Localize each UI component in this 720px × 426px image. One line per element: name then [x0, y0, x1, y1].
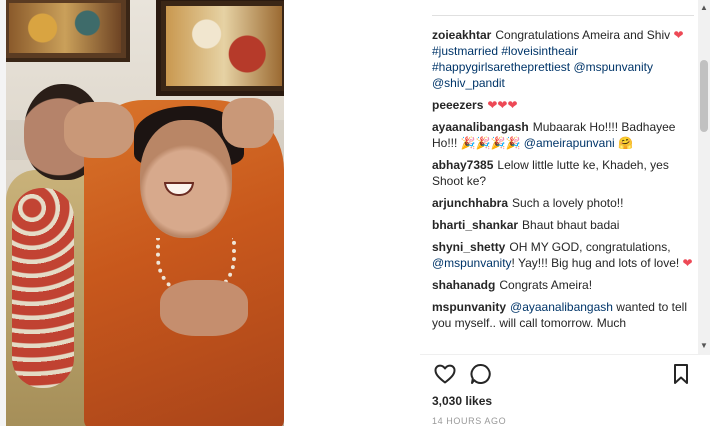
comment-item: bharti_shankar Bhaut bhaut badai — [432, 217, 694, 233]
scrollbar-thumb[interactable] — [700, 60, 708, 132]
speech-bubble-icon — [470, 364, 491, 384]
comment-link[interactable]: @ameirapunvani — [524, 136, 615, 150]
heart-emoji-icon: ❤❤❤ — [487, 98, 518, 112]
comment-link[interactable]: #happygirlsaretheprettiest — [432, 60, 570, 74]
comment-text: Bhaut bhaut badai — [522, 218, 620, 232]
comment-username[interactable]: shyni_shetty — [432, 240, 505, 254]
likes-count[interactable]: 3,030 likes — [432, 394, 492, 408]
comment-link[interactable]: @mspunvanity — [573, 60, 653, 74]
raised-hand-right — [222, 98, 274, 148]
actions-divider — [420, 354, 700, 355]
heart-emoji-icon: ❤ — [673, 28, 684, 42]
panel-top-divider — [432, 15, 694, 16]
comment-link[interactable]: #loveisintheair — [501, 44, 578, 58]
comment-item: abhay7385 Lelow little lutte ke, Khadeh, … — [432, 157, 694, 189]
folded-hands — [160, 280, 248, 336]
bride-face — [140, 120, 232, 238]
comment-link[interactable]: @ayaanalibangash — [510, 300, 613, 314]
comment-link[interactable]: @mspunvanity — [432, 256, 512, 270]
scroll-down-arrow-icon[interactable]: ▼ — [698, 340, 710, 352]
comment-text: ! Yay!!! Big hug and lots of love! — [511, 256, 683, 270]
comment-username[interactable]: zoieakhtar — [432, 28, 491, 42]
save-button[interactable] — [668, 362, 694, 388]
comment-link[interactable]: #justmarried — [432, 44, 498, 58]
comments-scrollbar[interactable]: ▲ ▼ — [698, 0, 710, 355]
comment-item: arjunchhabra Such a lovely photo!! — [432, 195, 694, 211]
comment-item: shyni_shetty OH MY GOD, congratulations, … — [432, 239, 694, 271]
comment-username[interactable]: ayaanalibangash — [432, 120, 529, 134]
comment-text: Congratulations Ameira and Shiv — [495, 28, 674, 42]
comment-username[interactable]: abhay7385 — [432, 158, 493, 172]
heart-emoji-icon: ❤ — [682, 256, 693, 270]
post-photo[interactable] — [6, 0, 284, 426]
post-actions-bar — [432, 362, 694, 388]
comment-username[interactable]: mspunvanity — [432, 300, 506, 314]
comment-link[interactable]: @shiv_pandit — [432, 76, 505, 90]
comment-item: peeezers ❤❤❤ — [432, 97, 694, 113]
comment-username[interactable]: shahanadg — [432, 278, 495, 292]
bookmark-icon — [674, 364, 688, 384]
post-timestamp: 14 HOURS AGO — [432, 416, 507, 426]
emoji-icon: 🎉🎉🎉🎉 — [460, 136, 521, 150]
comment-list[interactable]: zoieakhtar Congratulations Ameira and Shi… — [432, 27, 694, 355]
comment-item: shahanadg Congrats Ameira! — [432, 277, 694, 293]
comment-text: OH MY GOD, congratulations, — [509, 240, 671, 254]
comment-username[interactable]: peeezers — [432, 98, 483, 112]
comment-item: mspunvanity @ayaanalibangash wanted to te… — [432, 299, 694, 331]
raised-hand-left — [64, 102, 134, 158]
comment-username[interactable]: bharti_shankar — [432, 218, 518, 232]
wall-painting-left — [6, 0, 130, 62]
comment-item: zoieakhtar Congratulations Ameira and Shi… — [432, 27, 694, 91]
comment-username[interactable]: arjunchhabra — [432, 196, 508, 210]
heart-outline-icon — [434, 364, 456, 384]
scroll-up-arrow-icon[interactable]: ▲ — [698, 2, 710, 14]
flower-garland — [12, 188, 74, 388]
comment-text: Congrats Ameira! — [499, 278, 593, 292]
comment-button[interactable] — [468, 362, 494, 388]
emoji-icon: 🤗 — [618, 136, 633, 150]
wall-painting-right — [156, 0, 284, 96]
comment-item: ayaanalibangash Mubaarak Ho!!!! Badhayee … — [432, 119, 694, 151]
like-button[interactable] — [432, 362, 458, 388]
comment-text: Such a lovely photo!! — [512, 196, 624, 210]
